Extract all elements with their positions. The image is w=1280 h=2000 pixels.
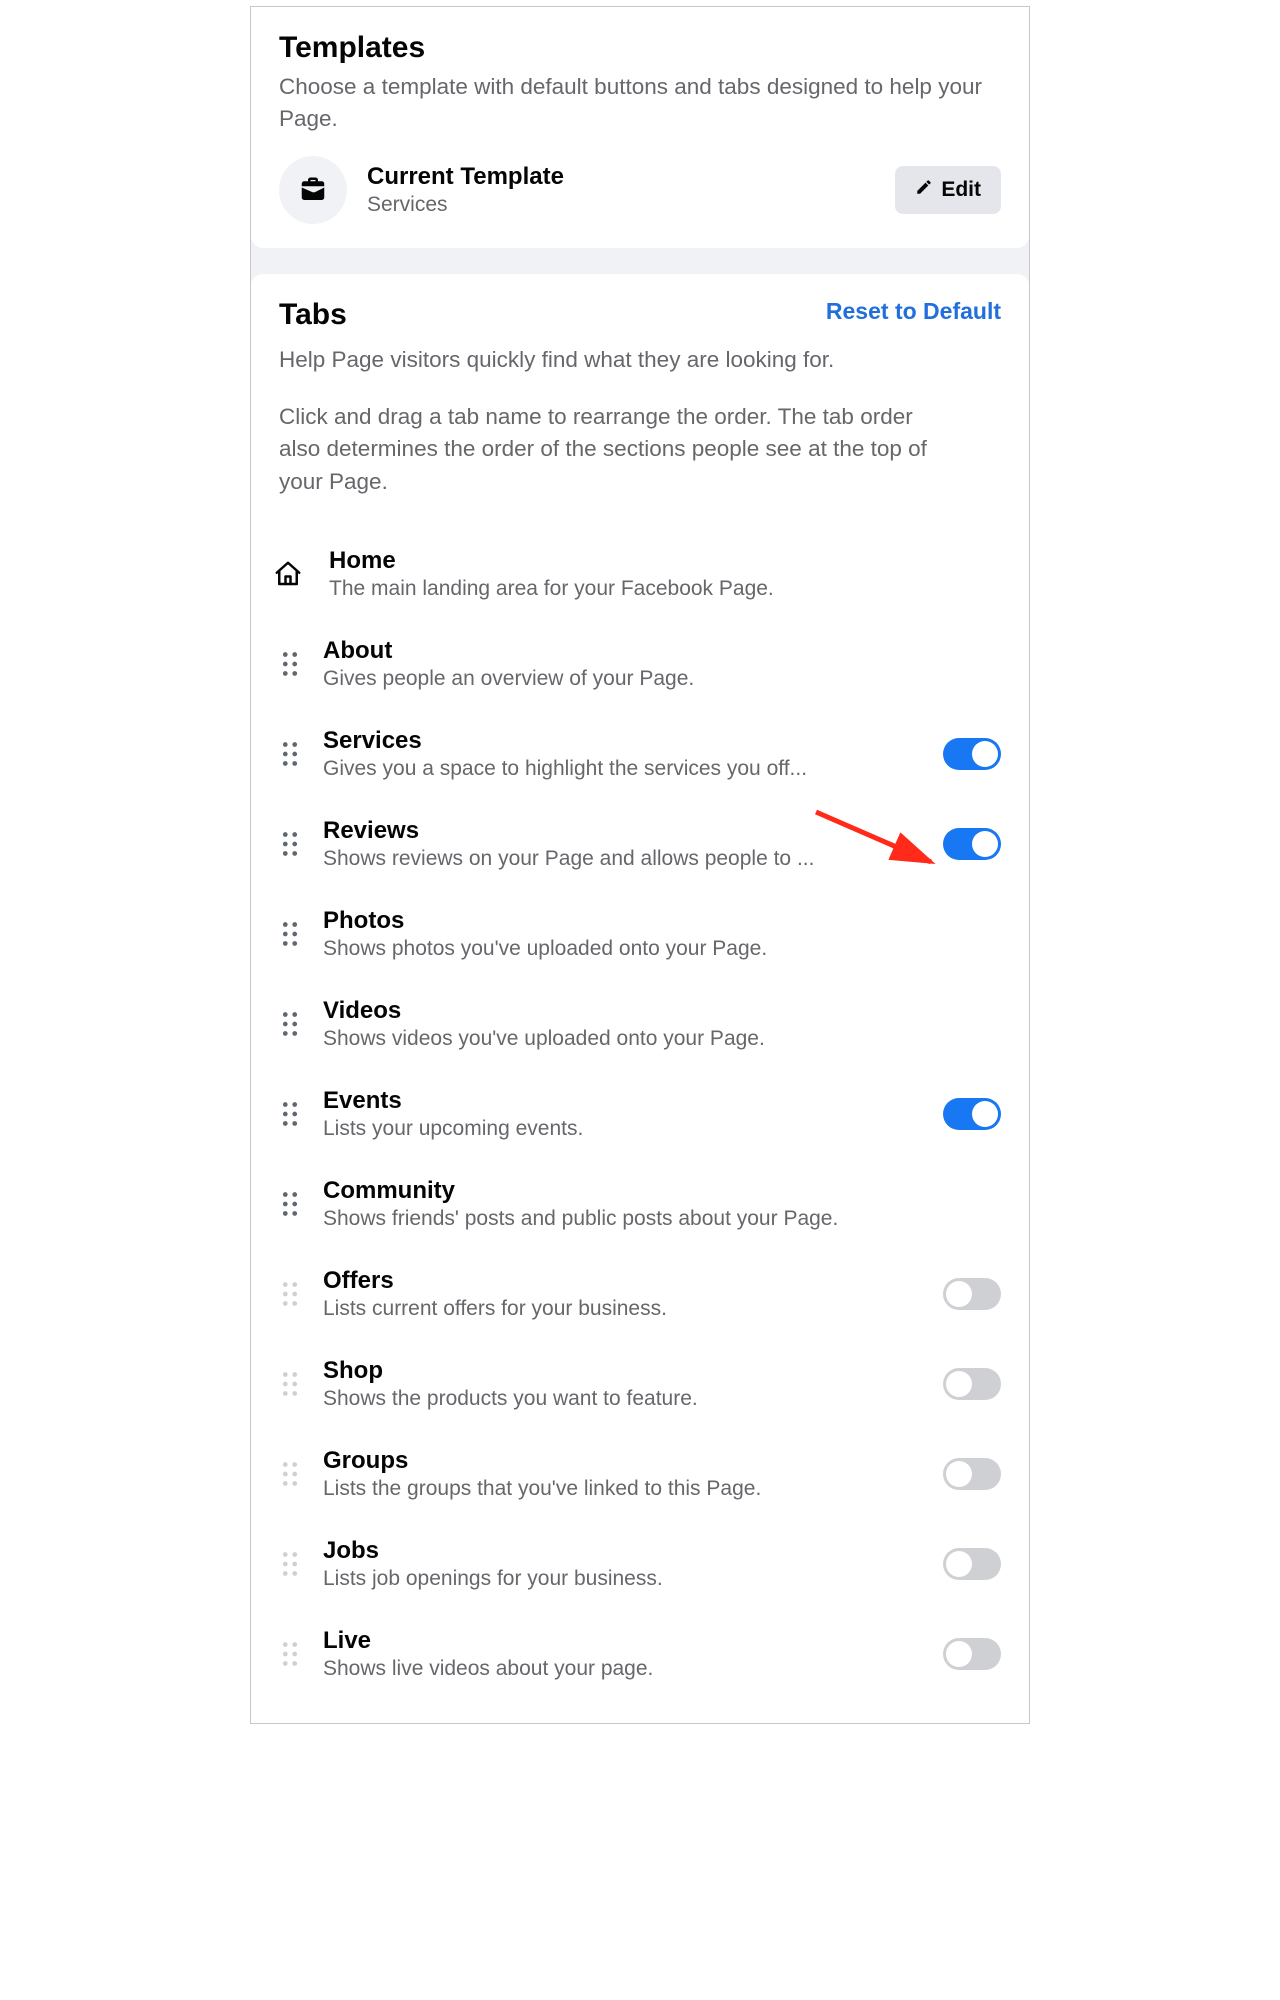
tab-row-photos[interactable]: PhotosShows photos you've uploaded onto …: [279, 889, 1001, 979]
current-template-label: Current Template: [367, 163, 875, 191]
tabs-description-1: Help Page visitors quickly find what the…: [279, 344, 1001, 377]
tab-subtitle: Lists your upcoming events.: [323, 1117, 921, 1141]
tab-subtitle: Lists the groups that you've linked to t…: [323, 1477, 921, 1501]
tab-row-jobs[interactable]: JobsLists job openings for your business…: [279, 1519, 1001, 1609]
tab-toggle-offers[interactable]: [943, 1278, 1001, 1310]
toggle-knob: [946, 1551, 972, 1577]
tab-title: Jobs: [323, 1537, 921, 1565]
tab-text: ReviewsShows reviews on your Page and al…: [323, 817, 921, 871]
tab-row-community[interactable]: CommunityShows friends' posts and public…: [279, 1159, 1001, 1249]
tab-text: JobsLists job openings for your business…: [323, 1537, 921, 1591]
tab-title: Home: [329, 547, 1001, 575]
tab-row-videos[interactable]: VideosShows videos you've uploaded onto …: [279, 979, 1001, 1069]
current-template-row: Current Template Services Edit: [279, 156, 1001, 224]
tab-title: Photos: [323, 907, 1001, 935]
tab-row-services[interactable]: ServicesGives you a space to highlight t…: [279, 709, 1001, 799]
toggle-knob: [972, 741, 998, 767]
tab-subtitle: The main landing area for your Facebook …: [329, 577, 1001, 601]
tab-row-live[interactable]: LiveShows live videos about your page.: [279, 1609, 1001, 1699]
tab-row-home: HomeThe main landing area for your Faceb…: [279, 529, 1001, 619]
tab-toggle-groups[interactable]: [943, 1458, 1001, 1490]
tab-text: VideosShows videos you've uploaded onto …: [323, 997, 1001, 1051]
tab-toggle-services[interactable]: [943, 738, 1001, 770]
tabs-description-2: Click and drag a tab name to rearrange t…: [279, 401, 959, 499]
tabs-heading: Tabs: [279, 298, 347, 332]
drag-handle-icon[interactable]: [279, 651, 301, 677]
tab-subtitle: Lists current offers for your business.: [323, 1297, 921, 1321]
tab-row-about[interactable]: AboutGives people an overview of your Pa…: [279, 619, 1001, 709]
tab-title: Offers: [323, 1267, 921, 1295]
tab-row-reviews[interactable]: ReviewsShows reviews on your Page and al…: [279, 799, 1001, 889]
current-template-labels: Current Template Services: [367, 163, 875, 217]
tab-toggle-events[interactable]: [943, 1098, 1001, 1130]
drag-handle-icon[interactable]: [279, 741, 301, 767]
tab-subtitle: Shows live videos about your page.: [323, 1657, 921, 1681]
templates-heading: Templates: [279, 31, 1001, 65]
toggle-knob: [946, 1641, 972, 1667]
pencil-icon: [915, 178, 933, 202]
tab-toggle-reviews[interactable]: [943, 828, 1001, 860]
tab-toggle-live[interactable]: [943, 1638, 1001, 1670]
drag-handle-icon[interactable]: [279, 1641, 301, 1667]
drag-handle-icon[interactable]: [279, 1101, 301, 1127]
home-icon: [273, 559, 307, 589]
templates-description: Choose a template with default buttons a…: [279, 71, 1001, 134]
tab-row-groups[interactable]: GroupsLists the groups that you've linke…: [279, 1429, 1001, 1519]
current-template-value: Services: [367, 193, 875, 217]
tab-text: GroupsLists the groups that you've linke…: [323, 1447, 921, 1501]
tab-title: Groups: [323, 1447, 921, 1475]
tab-subtitle: Shows reviews on your Page and allows pe…: [323, 847, 921, 871]
toggle-knob: [972, 831, 998, 857]
tab-row-offers[interactable]: OffersLists current offers for your busi…: [279, 1249, 1001, 1339]
tab-subtitle: Gives people an overview of your Page.: [323, 667, 1001, 691]
tab-title: Services: [323, 727, 921, 755]
tab-row-events[interactable]: EventsLists your upcoming events.: [279, 1069, 1001, 1159]
tab-text: OffersLists current offers for your busi…: [323, 1267, 921, 1321]
tab-text: ShopShows the products you want to featu…: [323, 1357, 921, 1411]
drag-handle-icon[interactable]: [279, 1461, 301, 1487]
tab-subtitle: Shows videos you've uploaded onto your P…: [323, 1027, 1001, 1051]
tab-text: CommunityShows friends' posts and public…: [323, 1177, 1001, 1231]
toggle-knob: [946, 1281, 972, 1307]
tab-text: EventsLists your upcoming events.: [323, 1087, 921, 1141]
tab-row-shop[interactable]: ShopShows the products you want to featu…: [279, 1339, 1001, 1429]
reset-to-default-link[interactable]: Reset to Default: [826, 298, 1001, 325]
drag-handle-icon[interactable]: [279, 1191, 301, 1217]
tab-text: LiveShows live videos about your page.: [323, 1627, 921, 1681]
tab-title: Community: [323, 1177, 1001, 1205]
edit-button-label: Edit: [941, 178, 981, 202]
tab-subtitle: Shows friends' posts and public posts ab…: [323, 1207, 1001, 1231]
tabs-card: Tabs Reset to Default Help Page visitors…: [251, 274, 1029, 1723]
toggle-knob: [946, 1371, 972, 1397]
toggle-knob: [972, 1101, 998, 1127]
drag-handle-icon[interactable]: [279, 1551, 301, 1577]
tab-title: Shop: [323, 1357, 921, 1385]
drag-handle-icon[interactable]: [279, 1371, 301, 1397]
drag-handle-icon[interactable]: [279, 921, 301, 947]
tab-subtitle: Shows the products you want to feature.: [323, 1387, 921, 1411]
tab-subtitle: Lists job openings for your business.: [323, 1567, 921, 1591]
tab-text: AboutGives people an overview of your Pa…: [323, 637, 1001, 691]
briefcase-icon: [279, 156, 347, 224]
tabs-list: HomeThe main landing area for your Faceb…: [279, 529, 1001, 1699]
drag-handle-icon[interactable]: [279, 831, 301, 857]
tab-title: Reviews: [323, 817, 921, 845]
page-settings-panel: Templates Choose a template with default…: [250, 6, 1030, 1724]
tab-toggle-shop[interactable]: [943, 1368, 1001, 1400]
tab-text: ServicesGives you a space to highlight t…: [323, 727, 921, 781]
tab-text: PhotosShows photos you've uploaded onto …: [323, 907, 1001, 961]
tab-title: Live: [323, 1627, 921, 1655]
drag-handle-icon[interactable]: [279, 1281, 301, 1307]
edit-template-button[interactable]: Edit: [895, 166, 1001, 214]
templates-card: Templates Choose a template with default…: [251, 7, 1029, 248]
tab-title: Events: [323, 1087, 921, 1115]
tab-text: HomeThe main landing area for your Faceb…: [329, 547, 1001, 601]
toggle-knob: [946, 1461, 972, 1487]
tab-title: Videos: [323, 997, 1001, 1025]
tab-subtitle: Shows photos you've uploaded onto your P…: [323, 937, 1001, 961]
tab-title: About: [323, 637, 1001, 665]
drag-handle-icon[interactable]: [279, 1011, 301, 1037]
tab-subtitle: Gives you a space to highlight the servi…: [323, 757, 921, 781]
tab-toggle-jobs[interactable]: [943, 1548, 1001, 1580]
